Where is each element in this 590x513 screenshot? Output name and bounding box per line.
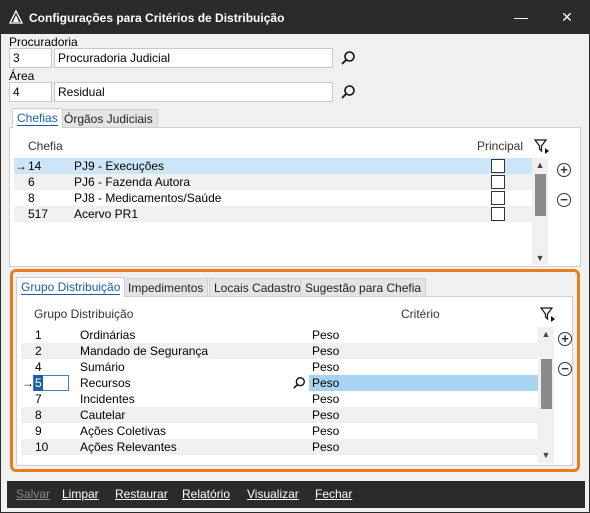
fechar-button[interactable]: Fechar [315, 487, 352, 501]
procuradoria-search-icon[interactable] [340, 50, 356, 66]
col-criterio-header: Critério [401, 307, 440, 321]
restaurar-button[interactable]: Restaurar [115, 487, 168, 501]
close-button[interactable]: ✕ [545, 1, 589, 34]
grupo-search-icon[interactable] [292, 376, 306, 390]
remove-chefia-icon[interactable]: − [557, 193, 571, 207]
procuradoria-label: Procuradoria [9, 35, 78, 49]
table-row[interactable]: 8 PJ8 - Medicamentos/Saúde [14, 190, 532, 206]
principal-checkbox[interactable] [491, 191, 505, 205]
area-code-field[interactable]: 4 [9, 82, 52, 102]
table-row[interactable]: 2 Mandado de Segurança Peso [21, 343, 538, 359]
add-grupo-icon[interactable]: + [558, 332, 572, 346]
principal-checkbox[interactable] [491, 207, 505, 221]
grupos-filter-icon[interactable] [540, 306, 556, 322]
table-row[interactable]: 10 Ações Relevantes Peso [21, 439, 538, 455]
area-label: Área [9, 69, 35, 83]
action-bar: Salvar Limpar Restaurar Relatório Visual… [7, 481, 585, 508]
window-title: Configurações para Critérios de Distribu… [29, 11, 285, 25]
visualizar-button[interactable]: Visualizar [247, 487, 299, 501]
principal-checkbox[interactable] [491, 175, 505, 189]
area-search-icon[interactable] [340, 84, 356, 100]
grupos-scrollbar[interactable]: ▲ ▼ [538, 327, 554, 463]
chefias-grid: Chefia Principal → 14 PJ9 - Execuções 6 … [14, 137, 549, 265]
tab-sugestao-chefia[interactable]: Sugestão para Chefia [300, 278, 427, 297]
table-row[interactable]: 1 Ordinárias Peso [21, 327, 538, 343]
table-row[interactable]: → 5 Recursos Peso [21, 375, 538, 391]
chefias-filter-icon[interactable] [534, 138, 550, 154]
scroll-down-icon[interactable]: ▼ [535, 253, 545, 263]
col-chefia-header: Chefia [28, 139, 63, 153]
app-icon [9, 10, 23, 24]
tab-locais-cadastro[interactable]: Locais Cadastro [209, 278, 306, 297]
remove-grupo-icon[interactable]: − [558, 362, 572, 376]
relatorio-button[interactable]: Relatório [182, 487, 230, 501]
grupos-grid: Grupo Distribuição Critério 1 Ordinárias… [21, 305, 555, 463]
table-row[interactable]: 8 Cautelar Peso [21, 407, 538, 423]
tab-grupo-distribuicao[interactable]: Grupo Distribuição [16, 277, 126, 297]
limpar-button[interactable]: Limpar [62, 487, 99, 501]
row-pointer-icon: → [15, 159, 27, 173]
config-window: Configurações para Critérios de Distribu… [0, 0, 590, 513]
procuradoria-code-field[interactable]: 3 [9, 48, 52, 68]
tab-orgaos-judiciais[interactable]: Órgãos Judiciais [59, 109, 158, 128]
scroll-up-icon[interactable]: ▲ [535, 160, 545, 170]
chefias-scrollbar[interactable]: ▲ ▼ [532, 158, 548, 265]
principal-checkbox[interactable] [491, 159, 505, 173]
scroll-down-icon[interactable]: ▼ [541, 450, 551, 460]
table-row[interactable]: 7 Incidentes Peso [21, 391, 538, 407]
scroll-thumb[interactable] [535, 174, 546, 216]
procuradoria-name-field[interactable]: Procuradoria Judicial [54, 48, 333, 68]
minimize-button[interactable]: — [499, 1, 543, 34]
table-row[interactable]: 6 PJ6 - Fazenda Autora [14, 174, 532, 190]
table-row[interactable]: 4 Sumário Peso [21, 359, 538, 375]
col-grupo-header: Grupo Distribuição [34, 307, 134, 321]
grupo-code-edit[interactable]: 5 [33, 375, 69, 391]
area-name-field[interactable]: Residual [54, 82, 333, 102]
table-row[interactable]: 517 Acervo PR1 [14, 206, 532, 222]
salvar-button[interactable]: Salvar [16, 487, 50, 501]
tab-impedimentos[interactable]: Impedimentos [123, 278, 209, 297]
table-row[interactable]: → 14 PJ9 - Execuções [14, 158, 532, 174]
table-row[interactable]: 9 Ações Coletivas Peso [21, 423, 538, 439]
title-bar: Configurações para Critérios de Distribu… [1, 1, 589, 34]
scroll-thumb[interactable] [541, 359, 552, 409]
scroll-up-icon[interactable]: ▲ [541, 329, 551, 339]
col-principal-header: Principal [477, 139, 524, 153]
tab-chefias[interactable]: Chefias [12, 108, 63, 128]
criterio-selected-cell[interactable] [309, 375, 538, 391]
add-chefia-icon[interactable]: + [557, 163, 571, 177]
